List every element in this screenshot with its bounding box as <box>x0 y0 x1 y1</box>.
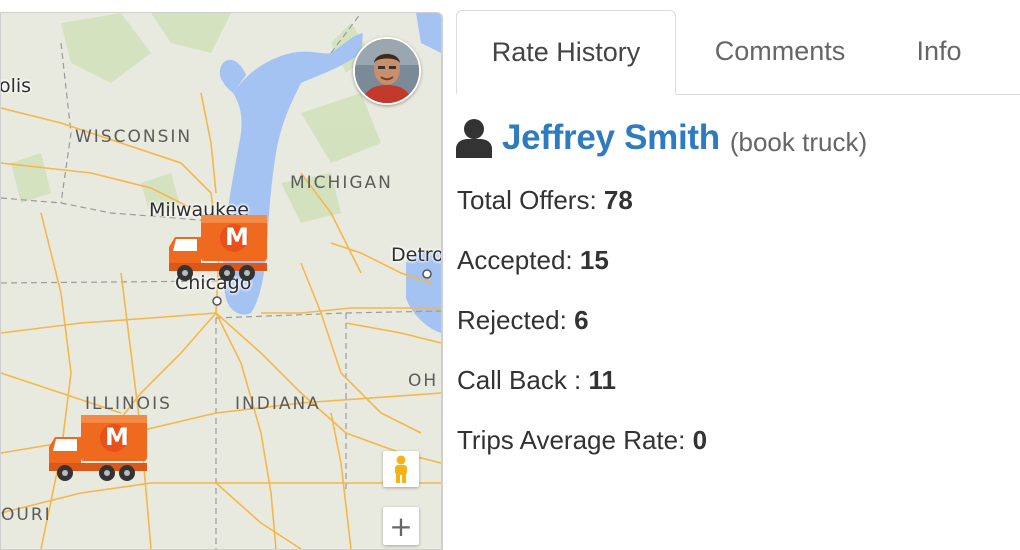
stat-total-offers-label: Total Offers: <box>457 185 597 215</box>
state-label-michigan: MICHIGAN <box>290 173 393 193</box>
tab-rate-history[interactable]: Rate History <box>456 10 676 95</box>
stat-avg-rate-label: Trips Average Rate: <box>457 425 686 455</box>
truck-badge-letter: M <box>105 423 129 451</box>
avatar-portrait-icon <box>355 39 419 103</box>
truck-marker-milwaukee[interactable]: M <box>167 211 271 288</box>
truck-badge-letter: M <box>225 223 249 251</box>
driver-avatar[interactable] <box>353 37 421 105</box>
city-label-minneapolis: olis <box>0 75 32 97</box>
stat-call-back: Call Back : 11 <box>457 365 616 396</box>
truck-icon <box>49 415 147 481</box>
user-icon <box>456 119 492 158</box>
state-label-ohio: OH <box>408 371 439 391</box>
stat-accepted-label: Accepted: <box>457 245 573 275</box>
pegman-icon <box>395 455 407 483</box>
tab-info[interactable]: Info <box>896 10 982 92</box>
map-panel[interactable]: olis WISCONSIN MICHIGAN Milwaukee Chicag… <box>0 12 443 550</box>
stat-accepted: Accepted: 15 <box>457 245 609 276</box>
stat-call-back-label: Call Back : <box>457 365 582 395</box>
stat-trips-average-rate: Trips Average Rate: 0 <box>457 425 707 456</box>
state-label-missouri: OURI <box>1 505 52 525</box>
city-label-detroit: Detro <box>391 244 443 266</box>
stat-accepted-value: 15 <box>579 245 609 275</box>
stat-rejected-label: Rejected: <box>457 305 567 335</box>
stat-total-offers-value: 78 <box>603 185 633 215</box>
stat-rejected-value: 6 <box>574 305 589 335</box>
truck-icon <box>169 215 267 281</box>
street-view-pegman-button[interactable] <box>383 451 419 487</box>
driver-name-link[interactable]: Jeffrey Smith <box>502 118 720 158</box>
stat-total-offers: Total Offers: 78 <box>457 185 633 216</box>
tab-bar: Rate History Comments Info <box>456 10 1020 95</box>
driver-note: (book truck) <box>729 126 868 157</box>
tab-comments[interactable]: Comments <box>690 10 870 92</box>
state-label-wisconsin: WISCONSIN <box>75 127 193 147</box>
stat-rejected: Rejected: 6 <box>457 305 589 336</box>
zoom-in-button[interactable]: + <box>383 507 419 545</box>
stat-avg-rate-value: 0 <box>692 425 708 455</box>
state-label-indiana: INDIANA <box>235 394 321 414</box>
stat-call-back-value: 11 <box>588 365 617 395</box>
driver-header: Jeffrey Smith (book truck) <box>456 116 867 160</box>
truck-marker-illinois[interactable]: M <box>47 411 151 488</box>
